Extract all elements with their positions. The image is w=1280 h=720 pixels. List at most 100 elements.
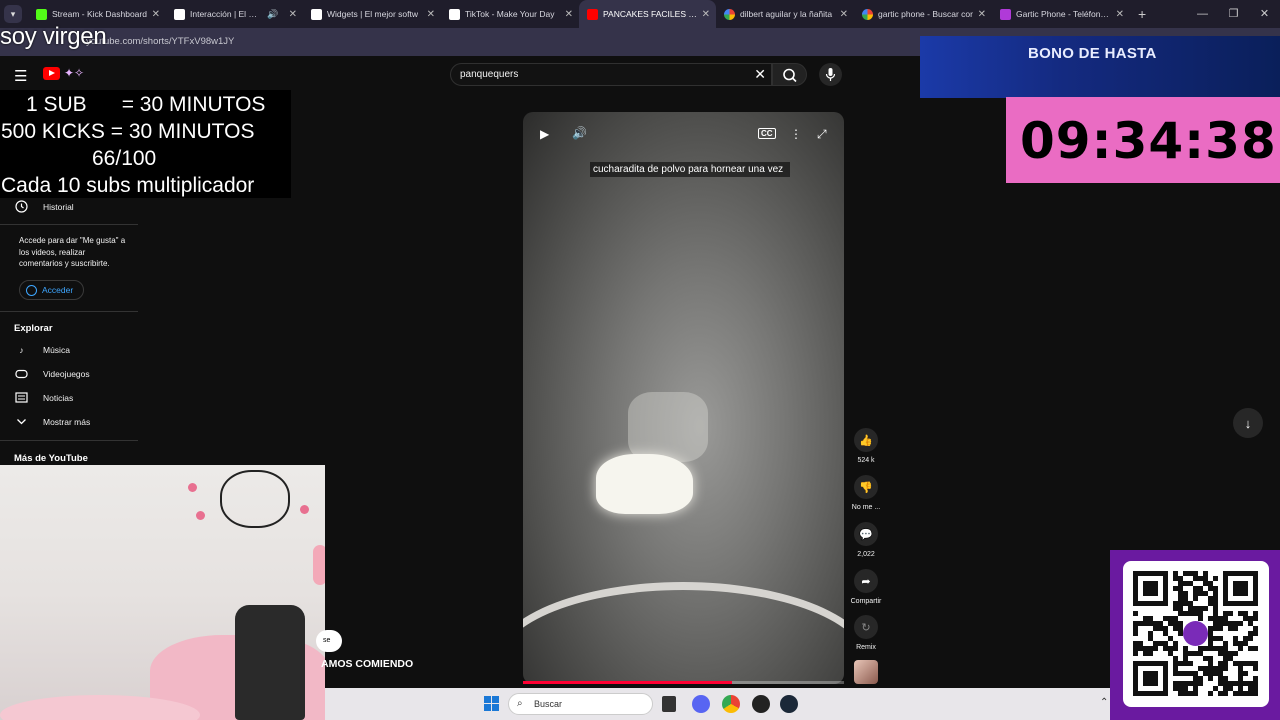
qr-module xyxy=(1253,646,1258,651)
sidebar-item-news[interactable]: Noticias xyxy=(14,390,73,405)
share-label: Compartir xyxy=(850,598,882,605)
dislike-button[interactable]: 👎 No me ... xyxy=(850,475,882,511)
bonus-banner: BONO DE HASTA xyxy=(920,36,1280,98)
browser-tab[interactable]: Widgets | El mejor softw ✕ xyxy=(303,0,441,28)
play-icon[interactable]: ▶ xyxy=(540,127,549,141)
divider xyxy=(0,311,138,312)
youtube-logo[interactable] xyxy=(43,67,60,80)
task-view-icon[interactable] xyxy=(662,696,676,712)
close-tab-icon[interactable]: ✕ xyxy=(289,9,297,20)
browser-tab[interactable]: Interacción | El mejor 🔊 ✕ xyxy=(166,0,303,28)
close-tab-icon[interactable]: ✕ xyxy=(978,9,986,20)
volume-icon[interactable]: 🔊 xyxy=(572,126,587,140)
captions-icon[interactable]: CC xyxy=(758,128,776,139)
browser-tab[interactable]: gartic phone - Buscar cor ✕ xyxy=(854,0,992,28)
windows-start-icon[interactable] xyxy=(484,696,500,712)
streamer-name-overlay: soy virgen xyxy=(0,23,107,50)
sidebar-item-gaming[interactable]: Videojuegos xyxy=(14,366,90,381)
yape-qr-overlay xyxy=(1110,550,1280,720)
video-progress-fill xyxy=(523,681,732,684)
search-button[interactable] xyxy=(772,63,807,86)
comment-count: 2,022 xyxy=(857,551,875,558)
discord-icon[interactable] xyxy=(692,695,710,713)
tab-audio-icon[interactable]: 🔊 xyxy=(267,9,278,20)
butter-pat xyxy=(596,454,693,514)
history-icon xyxy=(14,199,29,214)
close-tab-icon[interactable]: ✕ xyxy=(1116,9,1124,20)
obs-icon[interactable] xyxy=(752,695,770,713)
qr-code xyxy=(1123,561,1269,707)
more-options-icon[interactable]: ⋮ xyxy=(790,127,802,141)
qr-module xyxy=(1173,646,1178,651)
qr-module xyxy=(1248,636,1253,641)
shorts-video-player[interactable] xyxy=(523,112,844,684)
short-title[interactable]: AMOS COMIENDO xyxy=(321,658,413,670)
timer-value: 09:34:38 xyxy=(1020,112,1277,170)
sidebar-item-label: Historial xyxy=(43,201,74,212)
browser-tab[interactable]: PANCAKES FACILES | LA P ✕ xyxy=(579,0,716,28)
close-tab-icon[interactable]: ✕ xyxy=(152,9,160,20)
browser-tab[interactable]: TikTok - Make Your Day ✕ xyxy=(441,0,579,28)
subscribe-chip[interactable]: se xyxy=(316,630,342,652)
close-tab-icon[interactable]: ✕ xyxy=(427,9,435,20)
taskbar-search-input[interactable]: ⌕ Buscar xyxy=(508,693,653,715)
qr-module xyxy=(1193,691,1198,696)
tab-title: gartic phone - Buscar cor xyxy=(878,9,973,19)
flower-decal xyxy=(300,505,309,514)
restore-icon[interactable]: ❐ xyxy=(1218,0,1249,28)
qr-module xyxy=(1208,676,1213,681)
fullscreen-icon[interactable]: ⤢ xyxy=(817,127,827,142)
remix-button[interactable]: ↻ Remix xyxy=(850,615,882,651)
hello-kitty-decal xyxy=(220,470,290,528)
sidebar-item-show-more[interactable]: Mostrar más xyxy=(14,414,90,429)
divider xyxy=(0,224,138,225)
sidebar-item-label: Música xyxy=(43,344,70,355)
browser-tab[interactable]: dilbert aguilar y la ñañita ✕ xyxy=(716,0,854,28)
close-tab-icon[interactable]: ✕ xyxy=(565,9,573,20)
voice-search-button[interactable] xyxy=(819,63,842,86)
chrome-icon[interactable] xyxy=(722,695,740,713)
comments-button[interactable]: 💬 2,022 xyxy=(850,522,882,558)
minimize-icon[interactable]: — xyxy=(1187,0,1218,28)
tab-title: Gartic Phone - Teléfono D xyxy=(1016,9,1112,19)
qr-module xyxy=(1193,596,1198,601)
windows-taskbar xyxy=(325,688,1110,720)
search-icon: ⌕ xyxy=(517,698,523,709)
like-icon: 👍 xyxy=(854,428,878,452)
close-tab-icon[interactable]: ✕ xyxy=(840,9,848,20)
sidebar-item-music[interactable]: ♪ Música xyxy=(14,342,70,357)
qr-finder xyxy=(1133,571,1168,606)
youtube-icon xyxy=(587,8,598,20)
menu-icon[interactable]: ☰ xyxy=(14,67,27,85)
qr-module xyxy=(1233,626,1238,631)
qr-module xyxy=(1198,616,1203,621)
qr-finder xyxy=(1223,571,1258,606)
clear-search-icon[interactable]: ✕ xyxy=(754,66,766,83)
gamepad-icon xyxy=(14,366,29,381)
share-button[interactable]: ➦ Compartir xyxy=(850,569,882,605)
sidebar-item-label: Videojuegos xyxy=(43,368,90,379)
close-window-icon[interactable]: ✕ xyxy=(1249,0,1280,28)
flower-decal xyxy=(196,511,205,520)
sound-thumbnail[interactable] xyxy=(854,660,878,684)
next-short-arrow-icon[interactable]: ↓ xyxy=(1233,408,1263,438)
steam-icon[interactable] xyxy=(780,695,798,713)
new-tab-icon[interactable]: + xyxy=(1138,6,1146,22)
video-progress-bar[interactable] xyxy=(523,681,844,684)
qr-module xyxy=(1148,651,1153,656)
close-tab-icon[interactable]: ✕ xyxy=(702,9,710,20)
like-button[interactable]: 👍 524 k xyxy=(850,428,882,464)
search-query[interactable]: panquequers xyxy=(460,69,518,80)
browser-tab[interactable]: Gartic Phone - Teléfono D ✕ xyxy=(992,0,1130,28)
sidebar-item-history[interactable]: Historial xyxy=(14,199,74,214)
sub-goal-counter: 66/100 xyxy=(92,147,157,170)
chevron-up-icon[interactable]: ⌃ xyxy=(1100,697,1108,708)
qr-module xyxy=(1198,681,1203,686)
search-input[interactable]: panquequers ✕ xyxy=(450,63,772,86)
tab-search-icon[interactable]: ▾ xyxy=(4,5,22,23)
sidebar-item-label: Noticias xyxy=(43,392,74,403)
url-text[interactable]: youtube.com/shorts/YTFxV98w1JY xyxy=(86,36,234,47)
tab-title: Stream - Kick Dashboard xyxy=(52,9,147,19)
login-button[interactable]: Acceder xyxy=(19,280,84,300)
webcam-overlay xyxy=(0,465,325,720)
